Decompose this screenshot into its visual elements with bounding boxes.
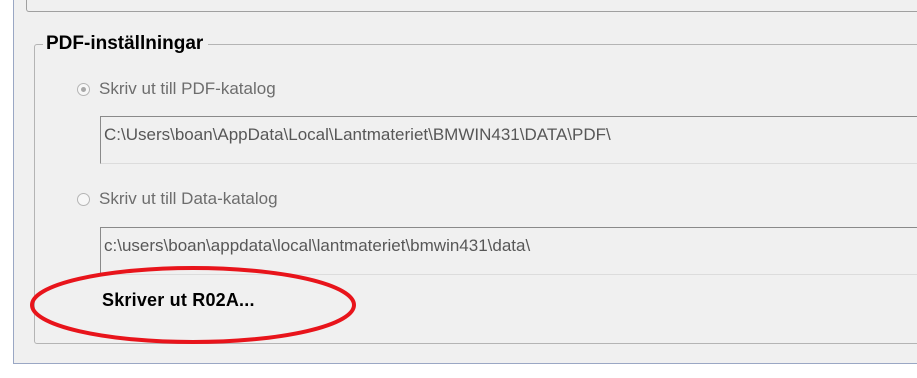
printing-status-text: Skriver ut R02A... (102, 290, 255, 310)
radio-dot-icon (81, 86, 86, 92)
radio-pdf-folder-label: Skriv ut till PDF-katalog (99, 79, 276, 98)
radio-data-folder-option[interactable]: Skriv ut till Data-katalog (77, 188, 278, 210)
pdf-folder-path-field[interactable]: C:\Users\boan\AppData\Local\Lantmateriet… (100, 116, 917, 164)
radio-pdf-folder-option[interactable]: Skriv ut till PDF-katalog (77, 78, 276, 100)
pdf-settings-title: PDF-inställningar (43, 32, 209, 56)
radio-data-folder-label: Skriv ut till Data-katalog (99, 189, 278, 208)
screenshot-stage: PDF-inställningar Skriv ut till PDF-kata… (0, 0, 917, 378)
data-folder-path-field[interactable]: c:\users\boan\appdata\local\lantmateriet… (100, 227, 917, 275)
radio-button-unselected[interactable] (77, 192, 90, 206)
radio-button-selected[interactable] (77, 82, 90, 96)
upper-groupbox-edge (26, 0, 917, 12)
